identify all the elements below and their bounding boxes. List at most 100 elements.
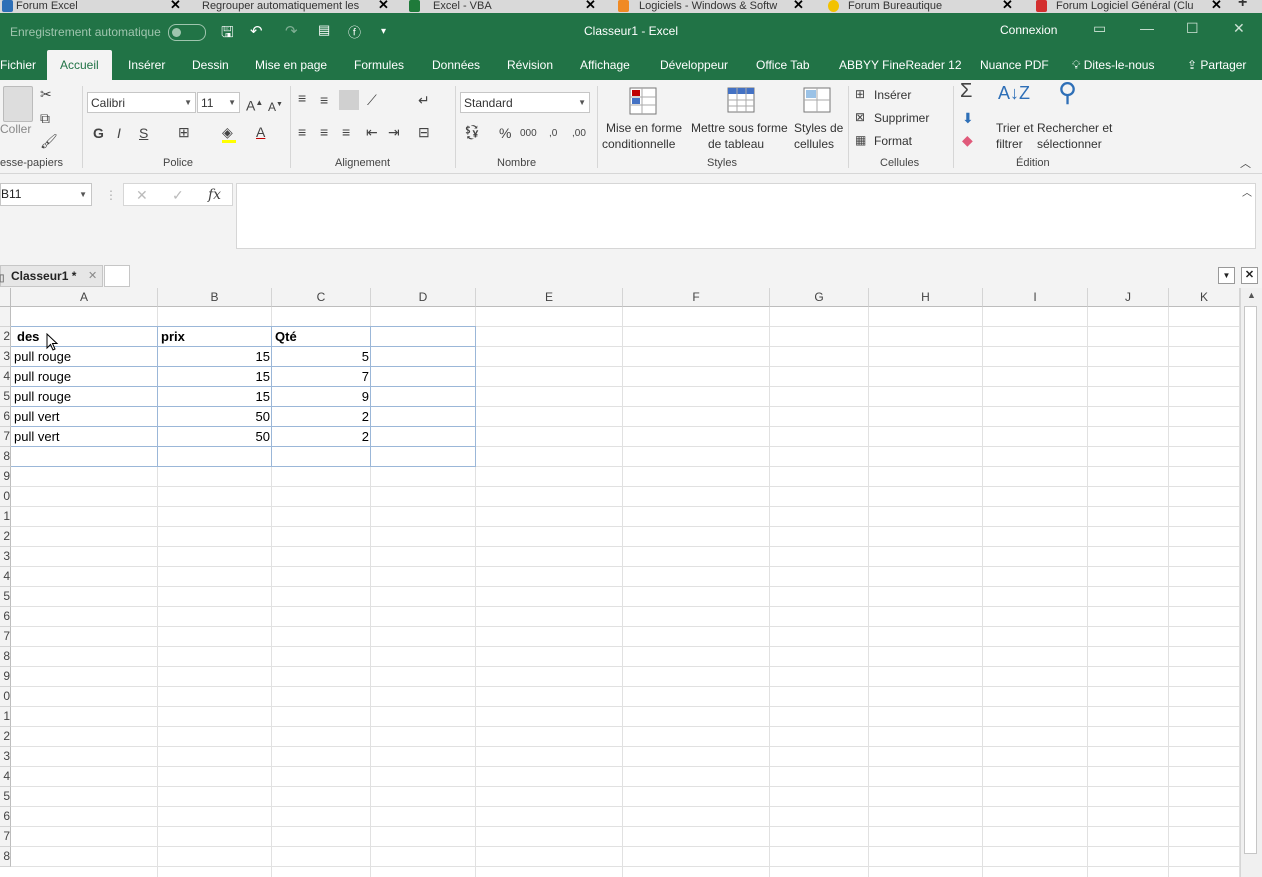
column-header-h[interactable]: H — [869, 288, 983, 307]
cut-icon[interactable]: ✂ — [40, 86, 52, 102]
formula-input[interactable] — [236, 183, 1256, 249]
underline-button[interactable]: S — [139, 125, 148, 141]
close-tab-icon[interactable]: ✕ — [1211, 0, 1222, 11]
cell[interactable]: pull vert — [14, 407, 154, 427]
borders-icon[interactable]: ⊞ — [178, 124, 190, 140]
row-header[interactable]: 5 — [0, 787, 11, 807]
scroll-up-icon[interactable]: ▲ — [1247, 290, 1256, 300]
row-header[interactable]: 5 — [0, 587, 11, 607]
tab-abbyy[interactable]: ABBYY FineReader 12 — [839, 50, 962, 80]
thousands-icon[interactable]: 000 — [520, 126, 537, 142]
close-tab-icon[interactable]: ✕ — [585, 0, 596, 11]
find-select-label[interactable]: Rechercher et — [1037, 121, 1112, 135]
column-header-k[interactable]: K — [1169, 288, 1240, 307]
tab-nuance-pdf[interactable]: Nuance PDF — [980, 50, 1049, 80]
wrap-text-icon[interactable]: ↵ — [418, 92, 430, 108]
row-header[interactable]: 1 — [0, 707, 11, 727]
autosum-icon[interactable]: Σ — [960, 81, 972, 101]
browser-tab[interactable]: Regrouper automatiquement les ✕ — [190, 0, 400, 13]
browser-tab[interactable]: Excel - VBA ✕ — [405, 0, 610, 13]
close-tab-icon[interactable]: ✕ — [170, 0, 181, 11]
sort-filter-label-2[interactable]: filtrer — [996, 137, 1023, 151]
close-window-icon[interactable]: ✕ — [1233, 20, 1245, 37]
insert-cells-label[interactable]: Insérer — [874, 88, 911, 102]
cell[interactable]: 9 — [272, 387, 369, 407]
conditional-formatting-label-2[interactable]: conditionnelle — [602, 137, 675, 151]
share-button[interactable]: ⇪ Partager — [1187, 50, 1246, 80]
copy-icon[interactable]: ⧉ — [40, 110, 50, 126]
sort-filter-icon[interactable]: A↓Z — [998, 84, 1030, 102]
orientation-icon[interactable]: ⟋ — [367, 92, 377, 108]
column-header-f[interactable]: F — [623, 288, 770, 307]
cell[interactable]: 5 — [272, 347, 369, 367]
browser-tab[interactable]: Forum Excel ✕ — [0, 0, 190, 13]
row-header[interactable]: 6 — [0, 807, 11, 827]
row-header[interactable]: 3 — [0, 347, 11, 367]
column-header-g[interactable]: G — [770, 288, 869, 307]
cell-styles-label-2[interactable]: cellules — [794, 137, 834, 151]
minimize-icon[interactable]: — — [1140, 20, 1154, 36]
expand-formula-bar-icon[interactable]: ︿ — [1242, 186, 1252, 202]
row-header[interactable]: 8 — [0, 447, 11, 467]
row-header[interactable]: 7 — [0, 427, 11, 447]
find-select-icon[interactable]: ⚲ — [1058, 79, 1077, 105]
row-header[interactable]: 1 — [0, 507, 11, 527]
select-all-corner[interactable] — [0, 288, 11, 307]
browser-tab[interactable]: Forum Logiciel Général (Clu ✕ — [1033, 0, 1233, 13]
number-format-select[interactable]: Standard ▼ — [460, 92, 590, 113]
cell[interactable]: 7 — [272, 367, 369, 387]
cell[interactable]: pull rouge — [14, 387, 154, 407]
delete-cells-icon[interactable]: ⊠ — [855, 109, 865, 125]
increase-decimal-icon[interactable]: ,0 — [549, 126, 557, 142]
resize-handle-icon[interactable]: ⋮ — [105, 188, 117, 202]
cell[interactable]: 15 — [158, 367, 270, 387]
cell[interactable]: Qté — [275, 327, 365, 347]
tab-affichage[interactable]: Affichage — [580, 50, 630, 80]
bold-button[interactable]: G — [93, 125, 104, 141]
column-header-d[interactable]: D — [371, 288, 476, 307]
row-header[interactable]: 3 — [0, 747, 11, 767]
close-tab-icon[interactable]: ✕ — [378, 0, 389, 11]
row-header[interactable]: 3 — [0, 547, 11, 567]
insert-function-icon[interactable]: fx — [208, 187, 221, 203]
decrease-decimal-icon[interactable]: ,00 — [572, 126, 586, 142]
row-header[interactable]: 4 — [0, 567, 11, 587]
spreadsheet-grid[interactable]: ABCDEFGHIJK 234567890123456789012345678 … — [0, 288, 1240, 877]
cell[interactable]: 2 — [272, 407, 369, 427]
name-box[interactable]: B11 ▼ — [0, 183, 92, 206]
tab-inserer[interactable]: Insérer — [128, 50, 165, 80]
row-header[interactable]: 8 — [0, 847, 11, 867]
tab-dessin[interactable]: Dessin — [192, 50, 229, 80]
row-header[interactable]: 8 — [0, 647, 11, 667]
row-header[interactable]: 9 — [0, 667, 11, 687]
column-header-c[interactable]: C — [272, 288, 371, 307]
format-as-table-label-2[interactable]: de tableau — [708, 137, 764, 151]
tab-revision[interactable]: Révision — [507, 50, 553, 80]
tell-me-button[interactable]: 💡︎ Dites-le-nous — [1072, 50, 1154, 80]
cell[interactable]: pull rouge — [14, 367, 154, 387]
align-center-icon[interactable]: ≡ — [320, 124, 328, 140]
format-as-table-label[interactable]: Mettre sous forme — [691, 121, 788, 135]
paste-icon[interactable] — [3, 86, 33, 122]
cell-styles-icon[interactable] — [802, 86, 836, 118]
column-header-i[interactable]: I — [983, 288, 1088, 307]
tab-office-tab[interactable]: Office Tab — [756, 50, 810, 80]
paste-label[interactable]: Coller — [0, 122, 31, 136]
align-left-icon[interactable]: ≡ — [298, 124, 306, 140]
percent-icon[interactable]: % — [499, 125, 511, 141]
tab-fichier[interactable]: Fichier — [0, 50, 36, 80]
decrease-font-icon[interactable]: A▼ — [268, 97, 283, 115]
conditional-formatting-icon[interactable] — [628, 86, 662, 118]
increase-indent-icon[interactable]: ⇥ — [388, 124, 400, 140]
align-bottom-button[interactable] — [339, 90, 359, 110]
workbook-tab[interactable]: ▯ Classeur1 * ✕ — [0, 265, 103, 287]
align-right-icon[interactable]: ≡ — [342, 124, 350, 140]
maximize-icon[interactable]: ☐ — [1186, 20, 1199, 37]
browser-tab[interactable]: Forum Bureautique ✕ — [825, 0, 1025, 13]
format-cells-label[interactable]: Format — [874, 134, 912, 148]
vertical-scrollbar[interactable]: ▲ — [1240, 288, 1262, 877]
row-header[interactable]: 2 — [0, 327, 11, 347]
new-workbook-tab[interactable] — [104, 265, 130, 287]
enter-icon[interactable]: ✓ — [172, 187, 184, 203]
ribbon-display-icon[interactable]: ▭ — [1093, 20, 1106, 37]
